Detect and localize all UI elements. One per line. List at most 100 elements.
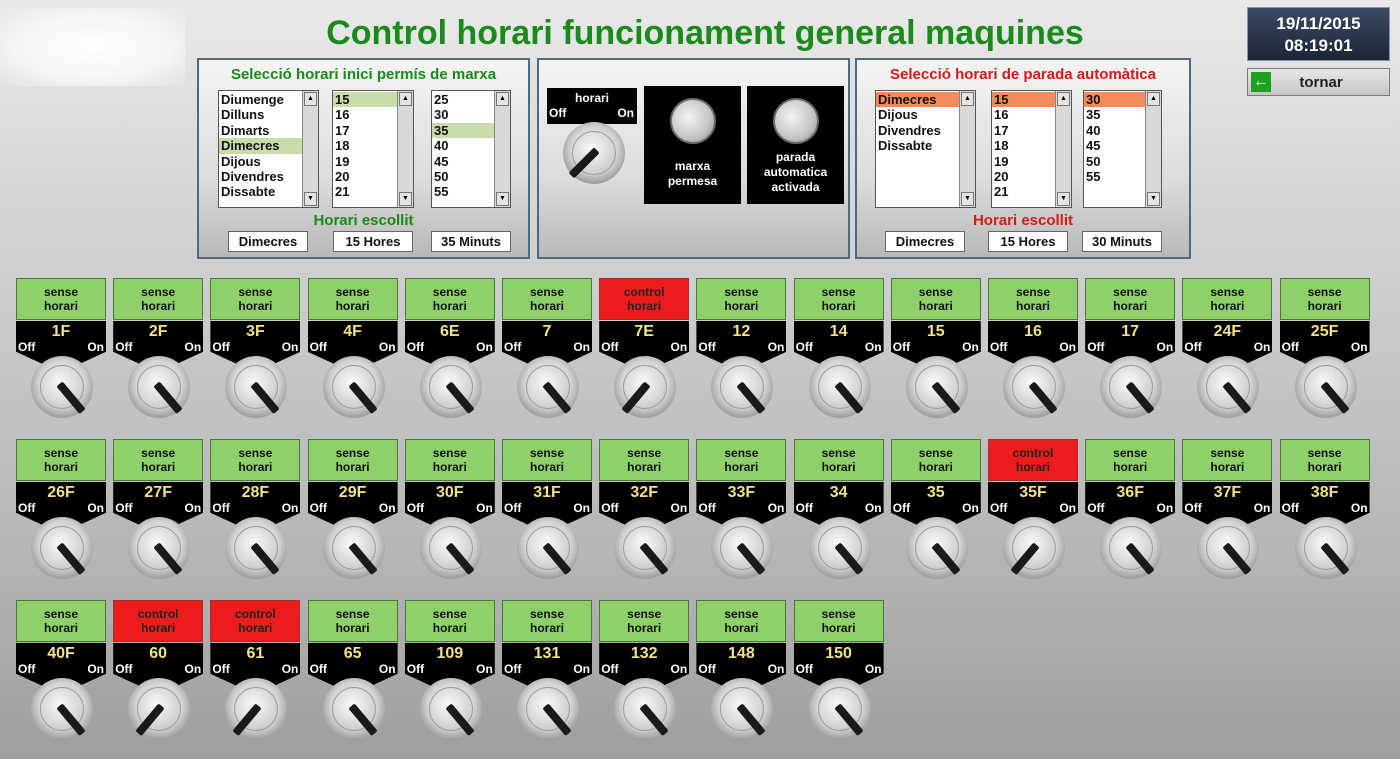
scroll-down-arrow-icon[interactable]: ▼ (1057, 192, 1070, 206)
list-item[interactable]: Dijous (876, 107, 959, 122)
rotary-switch-knob[interactable] (517, 517, 579, 579)
rotary-switch-knob[interactable] (419, 678, 482, 740)
rotary-switch-knob[interactable] (1294, 517, 1357, 579)
rotary-switch-knob[interactable] (808, 517, 871, 579)
rotary-switch-knob[interactable] (1294, 356, 1357, 418)
scrollbar[interactable]: ▲ ▼ (959, 91, 975, 207)
rotary-switch-knob[interactable] (1100, 517, 1163, 579)
rotary-switch-knob[interactable] (1003, 517, 1065, 579)
list-item[interactable]: 19 (333, 154, 397, 169)
list-item[interactable]: 30 (432, 107, 494, 122)
list-item[interactable]: Dimarts (219, 123, 302, 138)
scroll-down-arrow-icon[interactable]: ▼ (1147, 192, 1160, 206)
rotary-switch-knob[interactable] (322, 356, 385, 418)
rotary-switch-knob[interactable] (1003, 356, 1065, 418)
list-item[interactable]: 35 (1084, 107, 1145, 122)
rotary-switch-knob[interactable] (808, 678, 871, 740)
scrollbar[interactable]: ▲ ▼ (494, 91, 510, 207)
scroll-down-arrow-icon[interactable]: ▼ (496, 192, 509, 206)
list-item[interactable]: 21 (333, 184, 397, 199)
rotary-switch-knob[interactable] (1197, 517, 1260, 579)
scrollbar[interactable]: ▲ ▼ (1055, 91, 1071, 207)
rotary-switch-knob[interactable] (419, 517, 482, 579)
list-item[interactable]: 17 (333, 123, 397, 138)
list-item[interactable]: 17 (992, 123, 1055, 138)
list-item[interactable]: Dimecres (876, 92, 959, 108)
rotary-switch-knob[interactable] (517, 356, 579, 418)
stop-minute-list[interactable]: 30 35 40 45 50 55 ▲ ▼ (1083, 90, 1162, 208)
rotary-switch-knob[interactable] (322, 678, 385, 740)
scroll-down-arrow-icon[interactable]: ▼ (304, 192, 317, 206)
start-minute-list[interactable]: 25 30 35 40 45 50 55 ▲ ▼ (431, 90, 511, 208)
scroll-up-arrow-icon[interactable]: ▲ (1147, 92, 1160, 106)
list-item[interactable]: 15 (333, 92, 397, 108)
start-day-list[interactable]: Diumenge Dilluns Dimarts Dimecres Dijous Dive… (218, 90, 319, 208)
list-item[interactable]: 18 (333, 138, 397, 153)
list-item[interactable]: 20 (992, 169, 1055, 184)
rotary-switch-knob[interactable] (31, 678, 93, 740)
list-item[interactable]: Dijous (219, 154, 302, 169)
scroll-up-arrow-icon[interactable]: ▲ (304, 92, 317, 106)
list-item[interactable]: Dilluns (219, 107, 302, 122)
rotary-switch-knob[interactable] (31, 356, 93, 418)
scroll-down-arrow-icon[interactable]: ▼ (399, 192, 412, 206)
list-item[interactable]: 55 (1084, 169, 1145, 184)
scroll-up-arrow-icon[interactable]: ▲ (399, 92, 412, 106)
rotary-switch-knob[interactable] (711, 678, 774, 740)
list-item[interactable]: 18 (992, 138, 1055, 153)
rotary-switch-knob[interactable] (614, 678, 677, 740)
stop-hour-list[interactable]: 15 16 17 18 19 20 21 ▲ ▼ (991, 90, 1072, 208)
list-item[interactable]: Dissabte (219, 184, 302, 199)
list-item[interactable]: 40 (432, 138, 494, 153)
scroll-up-arrow-icon[interactable]: ▲ (961, 92, 974, 106)
rotary-switch-knob[interactable] (419, 356, 482, 418)
scroll-down-arrow-icon[interactable]: ▼ (961, 192, 974, 206)
rotary-switch-knob[interactable] (711, 517, 774, 579)
rotary-switch-knob[interactable] (905, 517, 968, 579)
stop-day-list[interactable]: Dimecres Dijous Divendres Dissabte ▲ ▼ (875, 90, 976, 208)
list-item[interactable]: 16 (333, 107, 397, 122)
list-item[interactable]: 40 (1084, 123, 1145, 138)
rotary-switch-knob[interactable] (905, 356, 968, 418)
scrollbar[interactable]: ▲ ▼ (1145, 91, 1161, 207)
rotary-switch-knob[interactable] (128, 678, 191, 740)
rotary-switch-knob[interactable] (225, 517, 288, 579)
list-item[interactable]: 15 (992, 92, 1055, 108)
scroll-up-arrow-icon[interactable]: ▲ (1057, 92, 1070, 106)
list-item[interactable]: 25 (432, 92, 494, 107)
rotary-switch-knob[interactable] (225, 356, 288, 418)
rotary-switch-knob[interactable] (808, 356, 871, 418)
list-item[interactable]: Divendres (219, 169, 302, 184)
list-item[interactable]: Dimecres (219, 138, 302, 154)
list-item[interactable]: 16 (992, 107, 1055, 122)
rotary-switch-knob[interactable] (711, 356, 774, 418)
rotary-switch-knob[interactable] (614, 517, 677, 579)
rotary-switch-knob[interactable] (517, 678, 579, 740)
rotary-switch-knob[interactable] (322, 517, 385, 579)
rotary-switch-knob[interactable] (1197, 356, 1260, 418)
list-item[interactable]: 50 (1084, 154, 1145, 169)
list-item[interactable]: 45 (432, 154, 494, 169)
scrollbar[interactable]: ▲ ▼ (302, 91, 318, 207)
list-item[interactable]: 19 (992, 154, 1055, 169)
list-item[interactable]: 20 (333, 169, 397, 184)
list-item[interactable]: 50 (432, 169, 494, 184)
rotary-switch-knob[interactable] (225, 678, 288, 740)
schedule-switch-knob[interactable] (563, 122, 625, 184)
list-item[interactable]: Dissabte (876, 138, 959, 153)
list-item[interactable]: Divendres (876, 123, 959, 138)
scrollbar[interactable]: ▲ ▼ (397, 91, 413, 207)
list-item[interactable]: Diumenge (219, 92, 302, 107)
rotary-switch-knob[interactable] (128, 356, 191, 418)
list-item[interactable]: 45 (1084, 138, 1145, 153)
rotary-switch-knob[interactable] (128, 517, 191, 579)
rotary-switch-knob[interactable] (31, 517, 93, 579)
rotary-switch-knob[interactable] (614, 356, 677, 418)
back-button[interactable]: ← tornar (1247, 68, 1390, 96)
scroll-up-arrow-icon[interactable]: ▲ (496, 92, 509, 106)
rotary-switch-knob[interactable] (1100, 356, 1163, 418)
list-item[interactable]: 30 (1084, 92, 1145, 108)
start-hour-list[interactable]: 15 16 17 18 19 20 21 ▲ ▼ (332, 90, 414, 208)
list-item[interactable]: 21 (992, 184, 1055, 199)
list-item[interactable]: 35 (432, 122, 494, 139)
